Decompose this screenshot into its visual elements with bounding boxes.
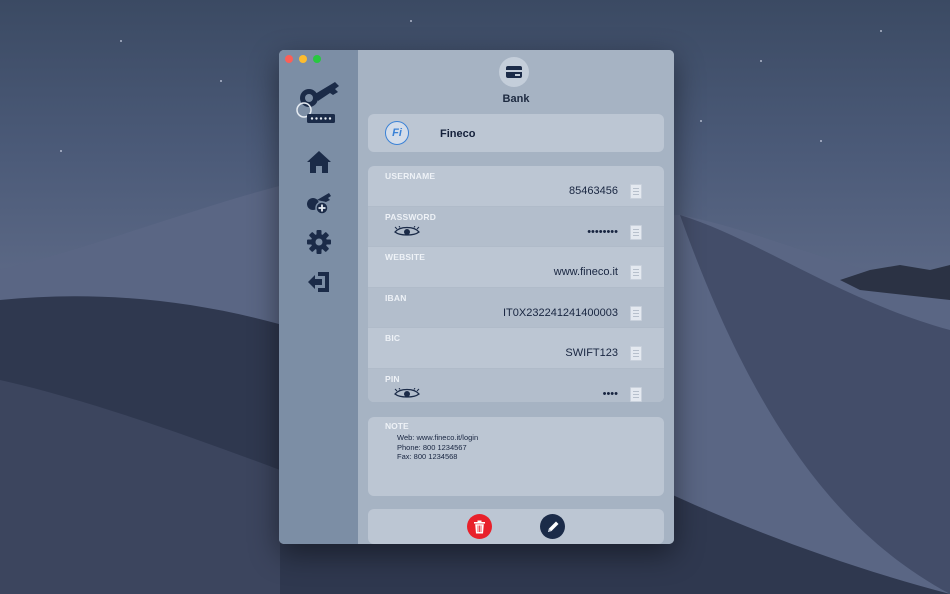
logout-icon[interactable]	[305, 268, 333, 296]
field-value[interactable]: SWIFT123	[565, 347, 618, 359]
note-box[interactable]: NOTE Web: www.fineco.it/login Phone: 800…	[368, 417, 664, 496]
field-pin: PIN ••••	[368, 368, 664, 402]
minimize-button[interactable]	[299, 55, 307, 63]
detail-panel: Bank Fi Fineco USERNAME 85463456 PASSWOR…	[358, 50, 674, 544]
entry-name: Fineco	[440, 128, 476, 140]
copy-icon[interactable]	[630, 386, 642, 402]
home-icon[interactable]	[305, 148, 333, 176]
app-logo-key-icon	[296, 82, 339, 123]
copy-icon[interactable]	[630, 184, 642, 199]
category-label: Bank	[502, 93, 530, 105]
field-password: PASSWORD ••••••••	[368, 206, 664, 247]
field-label: USERNAME	[385, 171, 436, 181]
field-website: WEBSITE www.fineco.it	[368, 247, 664, 288]
entry-header: Fi Fineco	[368, 114, 664, 152]
field-value[interactable]: ••••	[603, 388, 618, 400]
note-line: Fax: 800 1234568	[397, 452, 458, 461]
close-button[interactable]	[285, 55, 293, 63]
delete-button[interactable]	[467, 514, 492, 539]
field-label: IBAN	[385, 292, 407, 303]
field-bic: BIC SWIFT123	[368, 328, 664, 369]
eye-icon[interactable]	[394, 387, 420, 400]
app-window: Bank Fi Fineco USERNAME 85463456 PASSWOR…	[279, 50, 674, 544]
field-iban: IBAN IT0X232241241400003	[368, 287, 664, 328]
sidebar	[279, 50, 358, 544]
entry-logo: Fi	[385, 121, 409, 145]
fields-list: USERNAME 85463456 PASSWORD •••••••• WEBS…	[368, 166, 664, 402]
gear-icon[interactable]	[305, 228, 333, 256]
actions-bar	[368, 509, 664, 544]
field-value[interactable]: www.fineco.it	[554, 266, 618, 278]
note-line: Web: www.fineco.it/login	[397, 433, 479, 442]
eye-icon[interactable]	[394, 225, 420, 238]
field-label: PIN	[385, 373, 400, 384]
window-controls	[285, 55, 321, 63]
pencil-icon	[547, 521, 558, 532]
field-label: BIC	[385, 333, 401, 343]
field-label: PASSWORD	[385, 211, 437, 222]
field-value[interactable]: 85463456	[569, 185, 618, 197]
credit-card-icon	[506, 66, 522, 78]
category-icon-button[interactable]	[499, 57, 529, 87]
note-label: NOTE	[385, 421, 409, 431]
field-value[interactable]: ••••••••	[587, 226, 618, 238]
note-line: Phone: 800 1234567	[397, 442, 467, 452]
field-label: WEBSITE	[385, 252, 426, 262]
edit-button[interactable]	[540, 514, 565, 539]
copy-icon[interactable]	[630, 305, 642, 321]
field-username: USERNAME 85463456	[368, 166, 664, 207]
copy-icon[interactable]	[630, 265, 642, 280]
add-key-icon[interactable]	[305, 188, 333, 216]
copy-icon[interactable]	[630, 224, 642, 240]
zoom-button[interactable]	[313, 55, 321, 63]
field-value[interactable]: IT0X232241241400003	[503, 307, 618, 319]
copy-icon[interactable]	[630, 346, 642, 361]
trash-icon	[474, 520, 485, 533]
